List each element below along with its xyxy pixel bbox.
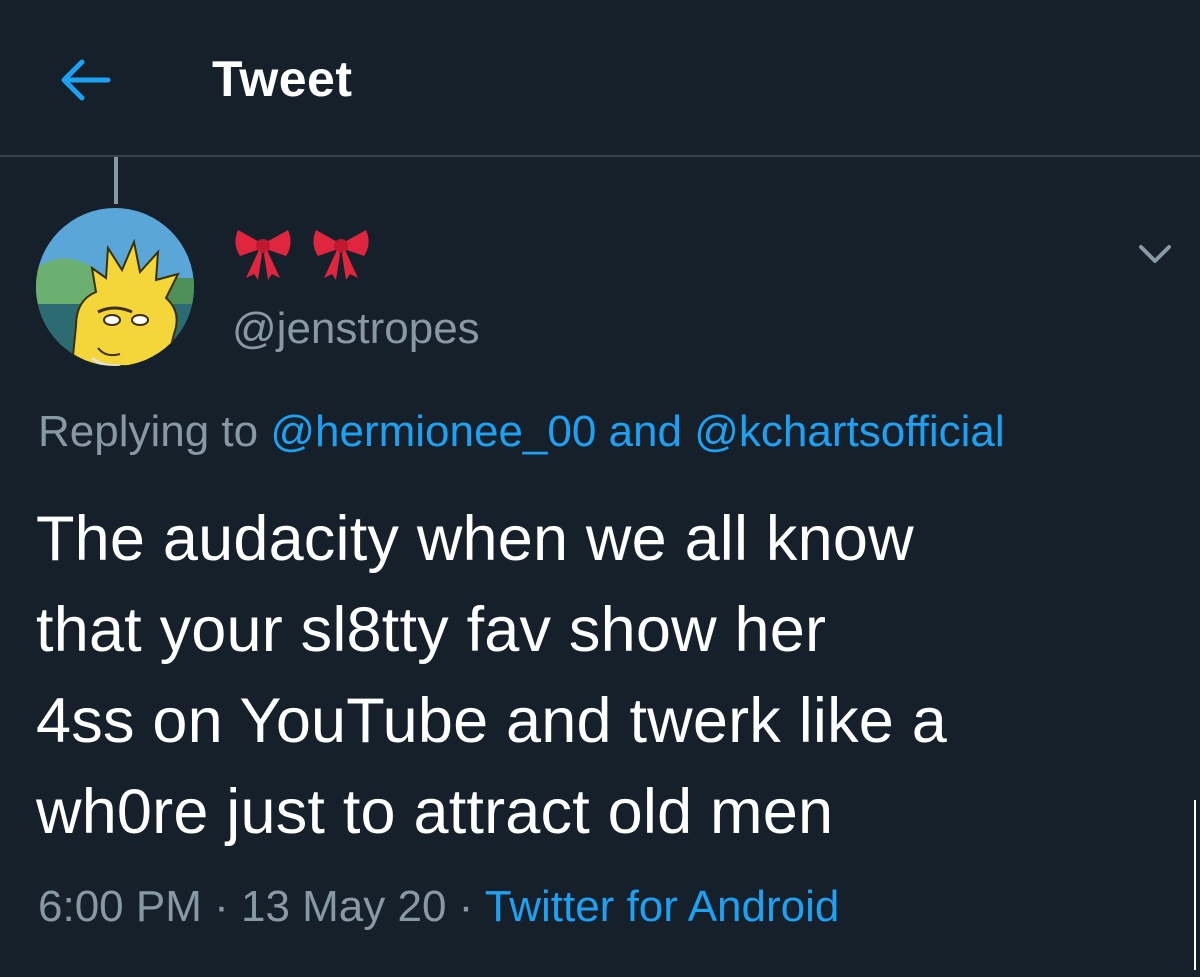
replying-to-line: Replying to @hermionee_00 and @kchartsof…: [38, 402, 1005, 462]
tweet-time[interactable]: 6:00 PM: [38, 882, 202, 931]
tweet-text-line: wh0re just to attract old men: [36, 777, 834, 847]
display-name[interactable]: [232, 220, 372, 284]
chevron-down-icon: [1139, 245, 1171, 263]
avatar[interactable]: [36, 208, 194, 366]
tweet-metadata: 6:00 PM · 13 May 20 · Twitter for Androi…: [38, 877, 839, 937]
tweet-text-line: that your sl8tty fav show her: [36, 595, 827, 665]
meta-separator: ·: [446, 882, 485, 931]
tweet-date[interactable]: 13 May 20: [241, 882, 446, 931]
replying-to-label: Replying to: [38, 407, 271, 456]
arrow-left-icon: [61, 59, 111, 101]
tweet-body: The audacity when we all know that your …: [36, 494, 1166, 858]
page-title: Tweet: [212, 51, 353, 107]
user-handle[interactable]: @jenstropes: [232, 300, 480, 358]
tweet-text-line: The audacity when we all know: [36, 504, 914, 574]
reply-connector: and: [596, 407, 695, 456]
top-bar: Tweet: [0, 0, 1200, 157]
mention-link[interactable]: @kchartsofficial: [694, 407, 1004, 456]
ribbon-icon: [235, 230, 291, 280]
back-button[interactable]: [44, 40, 124, 120]
mention-link[interactable]: @hermionee_00: [270, 407, 596, 456]
thread-connector-line: [114, 157, 118, 204]
meta-separator: ·: [201, 882, 241, 931]
ribbon-icon: [313, 230, 369, 280]
tweet-source-link[interactable]: Twitter for Android: [485, 882, 840, 931]
avatar-icon: [36, 208, 194, 366]
tweet-text-line: 4ss on YouTube and twerk like a: [36, 686, 947, 756]
tweet-menu-button[interactable]: [1130, 234, 1180, 274]
scrollbar[interactable]: [1194, 800, 1200, 970]
